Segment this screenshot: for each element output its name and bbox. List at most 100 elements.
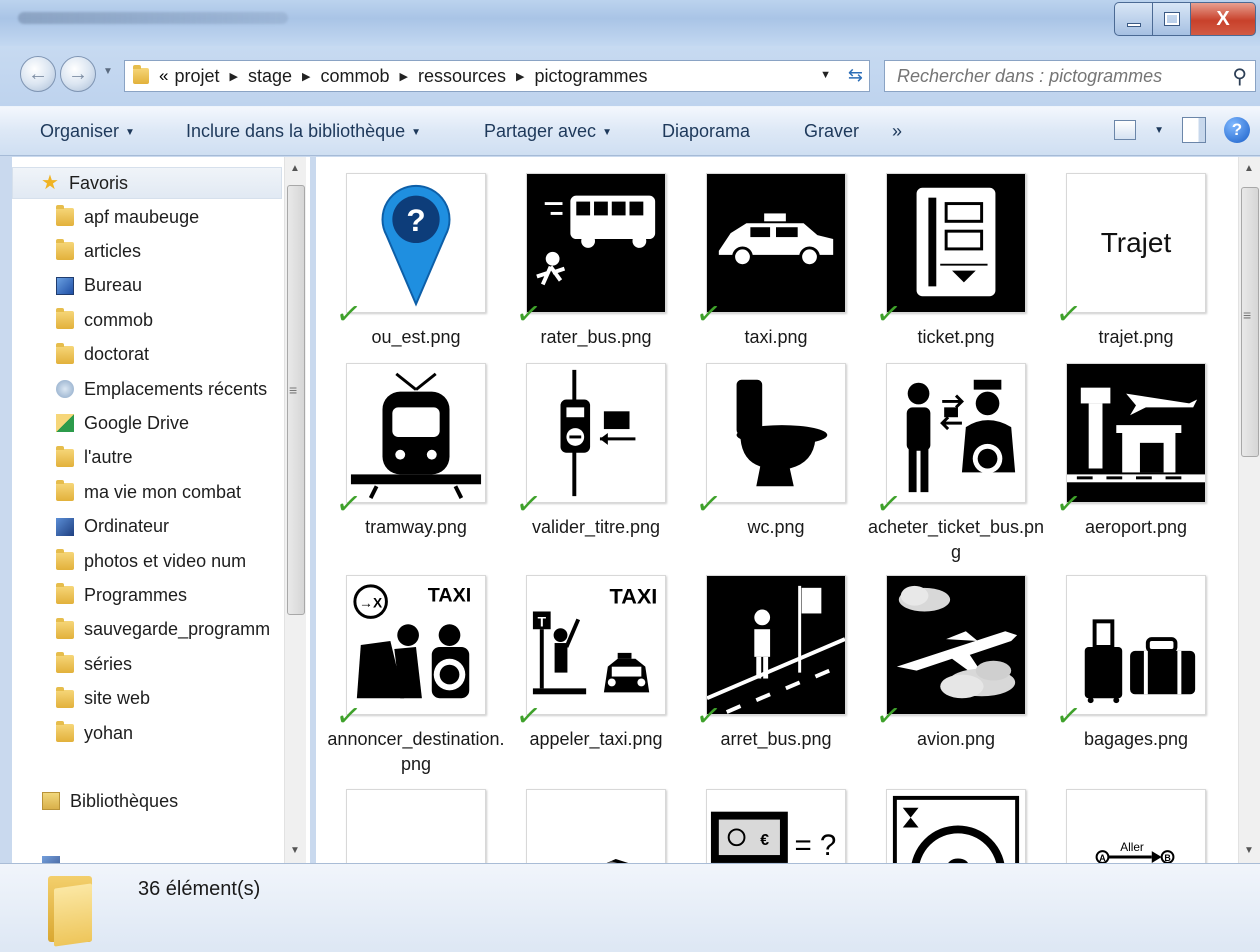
pictogram-text: TAXI	[610, 584, 658, 609]
more-commands-button[interactable]: »	[892, 121, 902, 142]
breadcrumb-commob[interactable]: commob ▶	[320, 66, 418, 87]
sidebar-item-yohan[interactable]: yohan	[12, 717, 288, 749]
sidebar-item-label: apf maubeuge	[84, 206, 200, 227]
search-icon[interactable]: ⚲	[1232, 64, 1247, 89]
scroll-down-icon[interactable]: ▼	[1244, 845, 1254, 856]
sidebar-item-sauvegarde-programm[interactable]: sauvegarde_programm	[12, 614, 288, 646]
preview-pane-icon[interactable]	[1182, 117, 1206, 143]
file-item[interactable]: A B Aller	[1046, 789, 1226, 863]
sidebar-item-favoris[interactable]: ★ Favoris	[12, 167, 282, 199]
scroll-up-icon[interactable]: ▲	[1244, 163, 1254, 174]
file-item[interactable]: ?	[866, 789, 1046, 863]
scrollbar-thumb[interactable]	[287, 185, 305, 615]
breadcrumb-separator-icon[interactable]: ▶	[516, 70, 524, 83]
close-button[interactable]: X	[1190, 2, 1256, 36]
slideshow-button[interactable]: Diaporama	[662, 121, 750, 142]
folder-icon	[133, 65, 149, 84]
sidebar-item-ordinateur[interactable]: Ordinateur	[12, 511, 288, 543]
location-question-pictogram: ?	[346, 173, 486, 313]
forward-button[interactable]: →	[60, 56, 96, 92]
sidebar-item-partial[interactable]	[12, 849, 288, 863]
sidebar-item-doctorat[interactable]: doctorat	[12, 339, 288, 371]
include-in-library-menu[interactable]: Inclure dans la bibliothèque ▼	[186, 121, 421, 142]
file-item[interactable]: € = ?	[686, 789, 866, 863]
back-button[interactable]: ←	[20, 56, 56, 92]
toilet-pictogram	[706, 363, 846, 503]
command-bar: Organiser ▼ Inclure dans la bibliothèque ▼…	[0, 106, 1260, 156]
file-item[interactable]: ✓ rater_bus.png	[506, 173, 686, 363]
breadcrumb-stage[interactable]: stage ▶	[248, 66, 321, 87]
breadcrumb-separator-icon[interactable]: ▶	[400, 70, 408, 83]
search-box[interactable]: ⚲	[884, 60, 1256, 92]
address-bar[interactable]: « projet ▶ stage ▶ commob ▶ ressources ▶ pic…	[124, 60, 870, 92]
help-icon[interactable]: ?	[1224, 117, 1250, 143]
file-item[interactable]: Trajet ✓ trajet.png	[1046, 173, 1226, 363]
sync-check-icon: ✓	[873, 486, 904, 523]
file-item[interactable]: ✓ ticket.png	[866, 173, 1046, 363]
sidebar-item-apf-maubeuge[interactable]: apf maubeuge	[12, 201, 288, 233]
sidebar-item-ma-vie-mon-combat[interactable]: ma vie mon combat	[12, 476, 288, 508]
file-item[interactable]: ✓ arret_bus.png	[686, 575, 866, 765]
sidebar-item-emplacements-r-cents[interactable]: Emplacements récents	[12, 373, 288, 405]
maximize-icon	[1163, 12, 1180, 26]
file-item[interactable]: TAXI T ✓ appeler_taxi.png	[506, 575, 686, 765]
recent-places-icon	[56, 380, 74, 398]
search-input[interactable]	[897, 65, 1197, 87]
file-item[interactable]: ✓ valider_titre.png	[506, 363, 686, 553]
sidebar-item-google-drive[interactable]: Google Drive	[12, 407, 288, 439]
scroll-up-icon[interactable]: ▲	[290, 163, 300, 174]
address-history-dropdown[interactable]: ▼	[820, 69, 831, 81]
file-item[interactable]: ✓ acheter_ticket_bus.png	[866, 363, 1046, 562]
sidebar-item-articles[interactable]: articles	[12, 235, 288, 267]
organise-menu[interactable]: Organiser ▼	[40, 121, 135, 142]
file-item[interactable]: ✓ aeroport.png	[1046, 363, 1226, 553]
item-count: 36 élément(s)	[138, 878, 261, 900]
burn-button[interactable]: Graver	[804, 121, 859, 142]
address-overflow-button[interactable]: «	[159, 66, 168, 86]
navigation-pane-scrollbar[interactable]: ▲ ≡ ▼	[284, 157, 306, 863]
sidebar-item-s-ries[interactable]: séries	[12, 648, 288, 680]
file-item[interactable]: ✓ taxi.png	[686, 173, 866, 363]
sync-check-icon: ✓	[693, 698, 724, 735]
title-bar: X	[0, 0, 1260, 46]
call-taxi-pictogram: TAXI T	[526, 575, 666, 715]
sidebar-item-l-autre[interactable]: l'autre	[12, 442, 288, 474]
file-item[interactable]: TAXI →X ✓ annoncer_destination.png	[326, 575, 506, 774]
sidebar-item-commob[interactable]: commob	[12, 304, 288, 336]
breadcrumb-pictogrammes[interactable]: pictogrammes	[534, 66, 647, 87]
change-view-icon[interactable]	[1114, 120, 1137, 140]
breadcrumb-separator-icon[interactable]: ▶	[230, 70, 238, 83]
sidebar-item-programmes[interactable]: Programmes	[12, 579, 288, 611]
breadcrumb-projet[interactable]: projet ▶	[174, 66, 248, 87]
sidebar-item-bureau[interactable]: Bureau	[12, 270, 288, 302]
sync-check-icon: ✓	[873, 296, 904, 333]
folder-icon	[56, 686, 74, 708]
file-item[interactable]: ✓ wc.png	[686, 363, 866, 553]
sidebar-item-bibliotheques[interactable]: Bibliothèques	[12, 785, 288, 817]
file-list-scrollbar[interactable]: ▲ ≡ ▼	[1238, 157, 1260, 863]
sidebar-item-label: ma vie mon combat	[84, 481, 242, 502]
file-item[interactable]: ? ✓ ou_est.png	[326, 173, 506, 363]
folder-icon	[56, 617, 74, 639]
file-item[interactable]: Bonjour	[326, 789, 506, 863]
maximize-button[interactable]	[1152, 2, 1190, 36]
refresh-icon[interactable]: ⇆	[848, 65, 863, 86]
recent-pages-dropdown[interactable]: ▼	[103, 66, 113, 77]
breadcrumb-separator-icon[interactable]: ▶	[302, 70, 310, 83]
sidebar-item-photos-et-video-num[interactable]: photos et video num	[12, 545, 288, 577]
chevron-down-icon[interactable]: ▼	[1154, 125, 1164, 136]
share-with-menu[interactable]: Partager avec ▼	[484, 121, 612, 142]
file-item[interactable]: ✓ bagages.png	[1046, 575, 1226, 765]
minimize-button[interactable]	[1114, 2, 1152, 36]
bus-partial-pictogram	[526, 789, 666, 863]
sidebar-item-site-web[interactable]: site web	[12, 683, 288, 715]
sync-check-icon: ✓	[693, 296, 724, 333]
file-item[interactable]: ✓ avion.png	[866, 575, 1046, 765]
chevron-down-icon: ▼	[411, 126, 422, 138]
scroll-down-icon[interactable]: ▼	[290, 845, 300, 856]
file-item[interactable]	[506, 789, 686, 863]
libraries-icon	[42, 792, 60, 810]
chevron-down-icon: ▼	[125, 126, 135, 138]
file-item[interactable]: ✓ tramway.png	[326, 363, 506, 553]
breadcrumb-ressources[interactable]: ressources ▶	[418, 66, 535, 87]
